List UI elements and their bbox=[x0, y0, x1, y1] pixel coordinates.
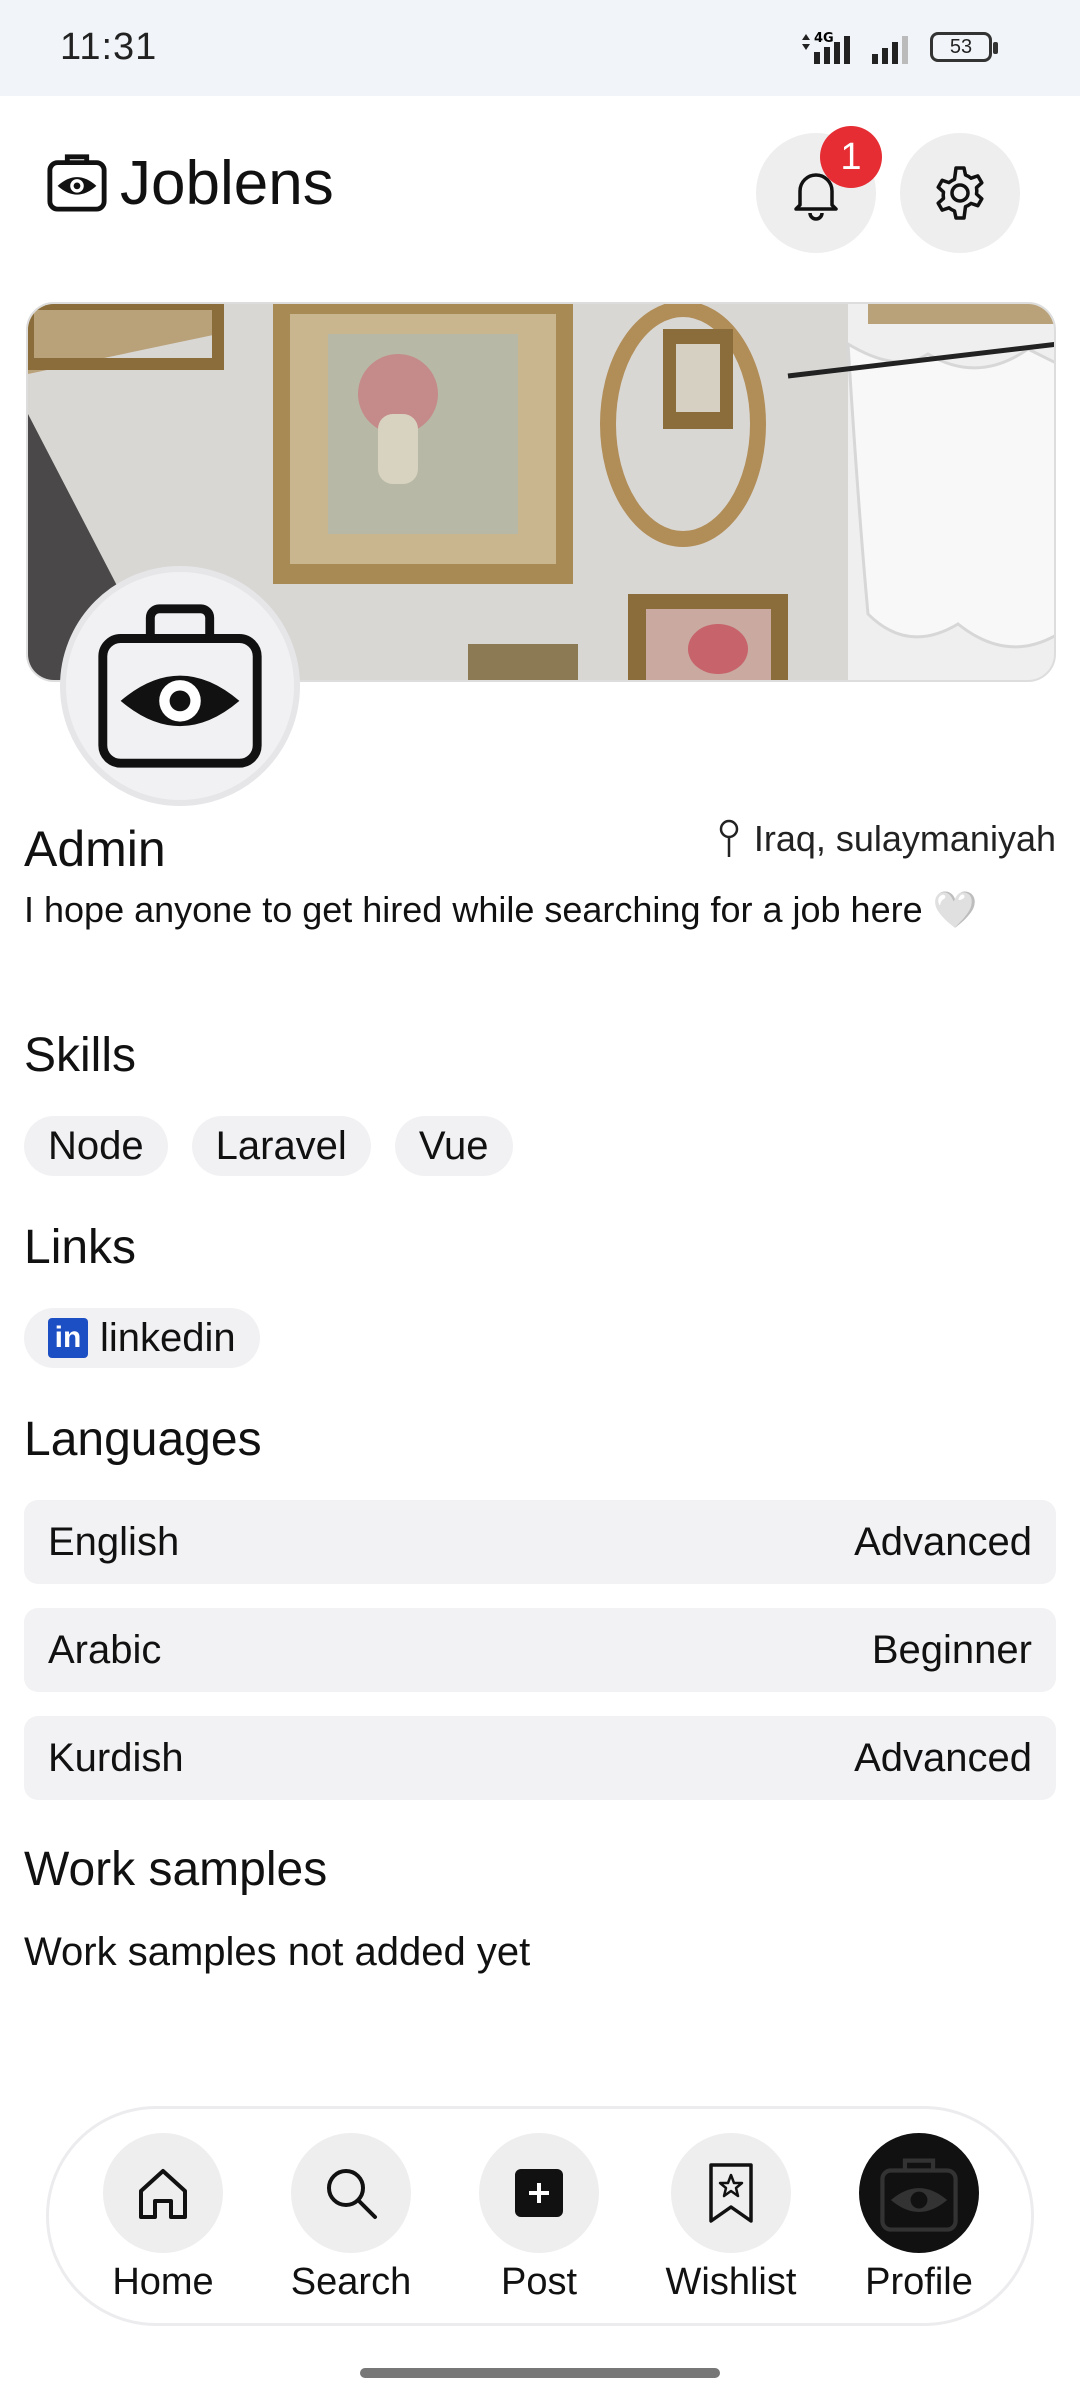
nav-home[interactable]: Home bbox=[73, 2133, 253, 2304]
search-icon bbox=[327, 2169, 377, 2219]
settings-button[interactable] bbox=[900, 133, 1020, 253]
nav-search-icon-wrap bbox=[291, 2133, 411, 2253]
nav-home-icon-wrap bbox=[103, 2133, 223, 2253]
nav-wishlist-label: Wishlist bbox=[665, 2261, 797, 2303]
work-samples-empty-text: Work samples not added yet bbox=[24, 1930, 531, 1974]
language-level: Beginner bbox=[871, 1627, 1032, 1672]
skill-chip: Vue bbox=[394, 1116, 513, 1176]
map-pin-icon bbox=[719, 819, 739, 857]
bottom-navigation: Home Search Post Wishlist Profile bbox=[46, 2106, 1034, 2326]
skills-list: Node Laravel Vue bbox=[24, 1116, 513, 1176]
work-samples-title: Work samples bbox=[24, 1843, 328, 1896]
nav-profile-label: Profile bbox=[865, 2261, 973, 2303]
language-row: Kurdish Advanced bbox=[24, 1716, 1056, 1800]
app-title: Joblens bbox=[120, 149, 334, 218]
language-name: English bbox=[48, 1519, 180, 1564]
home-icon bbox=[139, 2169, 187, 2219]
profile-avatar[interactable] bbox=[60, 566, 300, 806]
joblens-logo-icon bbox=[47, 154, 107, 212]
profile-location: Iraq, sulaymaniyah bbox=[718, 818, 1056, 860]
status-time: 11:31 bbox=[60, 26, 158, 68]
nav-post-label: Post bbox=[500, 2261, 578, 2303]
nav-post-icon-wrap bbox=[479, 2133, 599, 2253]
language-level: Advanced bbox=[854, 1519, 1032, 1564]
skill-chip: Laravel bbox=[191, 1116, 371, 1176]
link-label: linkedin bbox=[100, 1316, 236, 1360]
location-text: Iraq, sulaymaniyah bbox=[753, 818, 1056, 859]
svg-text:4G: 4G bbox=[814, 31, 834, 46]
language-row: Arabic Beginner bbox=[24, 1608, 1056, 1692]
profile-name: Admin bbox=[24, 821, 166, 877]
nav-profile-icon-wrap bbox=[859, 2133, 979, 2253]
nav-home-label: Home bbox=[112, 2261, 214, 2303]
status-bar: 11:31 4G 53 bbox=[0, 0, 1080, 96]
languages-title: Languages bbox=[24, 1413, 262, 1466]
language-name: Arabic bbox=[48, 1627, 162, 1672]
nav-post[interactable]: Post bbox=[449, 2133, 629, 2304]
plus-square-icon bbox=[515, 2169, 563, 2217]
profile-bio: I hope anyone to get hired while searchi… bbox=[24, 889, 978, 930]
mobile-signal-4g-icon: 4G bbox=[802, 31, 850, 64]
nav-search-label: Search bbox=[290, 2261, 412, 2303]
skill-chip: Node bbox=[24, 1116, 168, 1176]
skills-title: Skills bbox=[24, 1029, 137, 1082]
gear-icon bbox=[936, 166, 984, 220]
nav-wishlist-icon-wrap bbox=[671, 2133, 791, 2253]
nav-wishlist[interactable]: Wishlist bbox=[641, 2133, 821, 2304]
gesture-bar bbox=[360, 2368, 720, 2378]
links-title: Links bbox=[24, 1221, 137, 1274]
linkedin-link[interactable]: in linkedin bbox=[24, 1308, 260, 1368]
avatar-icon bbox=[880, 2158, 958, 2232]
joblens-logo-avatar-icon bbox=[98, 604, 262, 768]
nav-profile[interactable]: Profile bbox=[829, 2133, 1009, 2304]
links-list: in linkedin bbox=[24, 1308, 260, 1368]
language-name: Kurdish bbox=[48, 1735, 184, 1780]
nav-search[interactable]: Search bbox=[261, 2133, 441, 2304]
notification-count-badge: 1 bbox=[820, 126, 882, 188]
battery-icon: 53 bbox=[930, 32, 998, 62]
bookmark-star-icon bbox=[709, 2163, 753, 2223]
signal-strength-icon bbox=[872, 36, 908, 64]
language-level: Advanced bbox=[854, 1735, 1032, 1780]
language-row: English Advanced bbox=[24, 1500, 1056, 1584]
app-header: Joblens 1 bbox=[0, 96, 1080, 296]
linkedin-icon: in bbox=[48, 1318, 88, 1358]
